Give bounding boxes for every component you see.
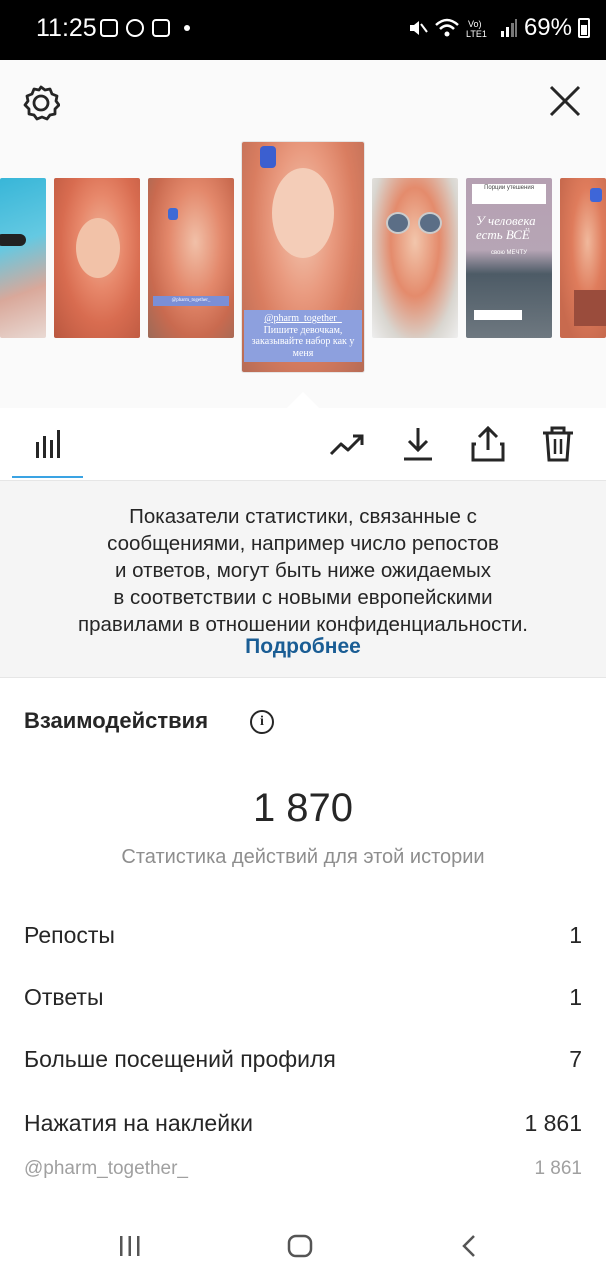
status-bar: 11:25 Vo) LTE1 69% (0, 0, 606, 60)
story-thumbnail[interactable] (0, 178, 46, 338)
notification-icons (100, 19, 190, 37)
notice-text: Показатели статистики, связанные с сообщ… (78, 505, 528, 636)
story-mention: @pharm_together_ (264, 313, 342, 324)
privacy-notice: Показатели статистики, связанные с сообщ… (0, 480, 606, 678)
trash-icon[interactable] (538, 424, 578, 464)
mute-icon (409, 21, 428, 35)
dot-icon (184, 25, 190, 31)
story-thumbnail[interactable] (372, 178, 458, 338)
learn-more-link[interactable]: Подробнее (0, 635, 606, 659)
stat-label: Ответы (24, 984, 104, 1010)
download-icon[interactable] (398, 424, 438, 464)
wifi-icon (435, 18, 459, 37)
stat-value: 1 861 (524, 1110, 582, 1136)
story-thumbnail[interactable]: @pharm_together_ (148, 178, 234, 338)
back-icon[interactable] (458, 1232, 482, 1260)
story-thumbnail[interactable] (54, 178, 140, 338)
story-caption: Порции утешения (472, 184, 546, 204)
stat-row-sticker-taps: Нажатия на наклейки 1 861 (24, 1110, 582, 1144)
top-bar (0, 60, 606, 140)
volte-icon: Vo)LTE1 (466, 19, 487, 39)
insights-icon[interactable] (28, 424, 68, 464)
share-icon[interactable] (468, 424, 508, 464)
stat-row-profile-visits: Больше посещений профиля 7 (24, 1046, 582, 1080)
story-strip: @pharm_together_ @pharm_together_ Пишите… (0, 140, 606, 408)
battery-percent: 69% (523, 14, 572, 41)
interactions-total: 1 870 (252, 786, 354, 830)
home-icon[interactable] (286, 1232, 314, 1260)
stat-value: 1 (569, 922, 582, 948)
active-tab-indicator (12, 476, 83, 478)
svg-text:LTE1: LTE1 (466, 29, 487, 39)
battery-icon (578, 18, 590, 38)
stat-row-reposts: Репосты 1 (24, 922, 582, 956)
story-caption: свою МЕЧТУ (490, 250, 528, 256)
story-caption: У человека есть ВСЁ (476, 213, 536, 242)
stat-sub-label: @pharm_together_ (24, 1158, 188, 1179)
svg-text:Vo): Vo) (468, 19, 482, 29)
info-icon[interactable]: i (250, 710, 274, 734)
stat-label: Больше посещений профиля (24, 1046, 336, 1072)
system-icons: Vo) LTE1 69% (406, 14, 590, 42)
story-caption: @pharm_together_ (171, 298, 211, 303)
interactions-caption: Статистика действий для этой истории (121, 846, 485, 868)
stat-label: Нажатия на наклейки (24, 1110, 253, 1136)
viber-icon (126, 19, 144, 37)
story-thumbnail[interactable]: Порции утешения У человека есть ВСЁ свою… (466, 178, 552, 338)
signal-icon (500, 19, 517, 37)
recent-apps-icon[interactable] (116, 1232, 144, 1260)
story-thumbnail-selected[interactable]: @pharm_together_ Пишите девочкам, заказы… (242, 142, 364, 372)
stat-value: 1 (569, 984, 582, 1010)
close-icon[interactable] (548, 84, 582, 118)
stat-subrow-mention: @pharm_together_ 1 861 (24, 1158, 582, 1192)
story-toolbar (0, 408, 606, 480)
story-thumbnail[interactable] (560, 178, 606, 338)
stat-sub-value: 1 861 (534, 1158, 582, 1179)
instagram-icon (152, 19, 170, 37)
gallery-icon (100, 19, 118, 37)
stat-label: Репосты (24, 922, 115, 948)
trend-icon[interactable] (328, 424, 368, 464)
interactions-title: Взаимодействия (24, 708, 209, 733)
story-caption-text: Пишите девочкам, заказывайте набор как у… (251, 324, 355, 359)
gear-icon[interactable] (22, 84, 60, 122)
stat-row-replies: Ответы 1 (24, 984, 582, 1018)
selection-arrow (287, 392, 319, 408)
stat-value: 7 (569, 1046, 582, 1072)
status-time: 11:25 (36, 14, 97, 42)
